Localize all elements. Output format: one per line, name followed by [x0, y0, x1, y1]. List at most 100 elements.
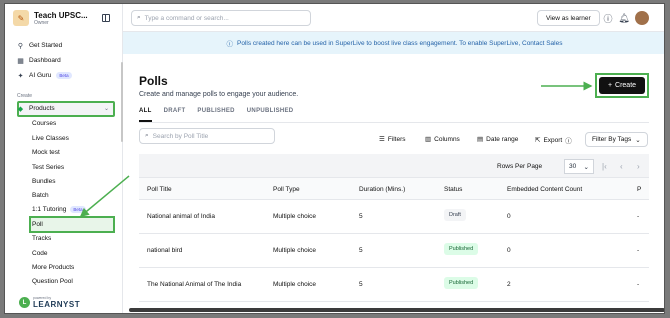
status-tabs: ALL DRAFT PUBLISHED UNPUBLISHED: [139, 108, 293, 122]
learnyst-logo: L powered by LEARNYST: [19, 296, 80, 309]
sidebar-item-tutoring[interactable]: 1:1 Tutoring Beta: [32, 206, 86, 213]
first-page-icon[interactable]: |‹: [602, 162, 607, 171]
poll-type-cell: Multiple choice: [273, 281, 316, 288]
sidebar-toggle-icon[interactable]: [102, 14, 110, 22]
extra-cell: -: [637, 213, 640, 220]
columns-button[interactable]: ▥ Columns: [425, 135, 460, 144]
extra-cell: -: [637, 247, 640, 254]
box-icon: ◆: [17, 105, 24, 113]
info-banner: ⓘ Polls created here can be used in Supe…: [123, 32, 664, 54]
columns-icon: ▥: [425, 136, 432, 143]
sidebar-item-products[interactable]: ◆ Products ⌄: [17, 105, 109, 113]
sidebar-item-mock-test[interactable]: Mock test: [32, 149, 60, 156]
beta-badge: Beta: [56, 72, 72, 79]
sidebar: ✎ Teach UPSC... Owner ⚲ Get Started ▦ Da…: [5, 4, 123, 313]
status-badge: Published: [444, 243, 479, 255]
sidebar-item-bundles[interactable]: Bundles: [32, 178, 56, 185]
bell-icon[interactable]: 🔔︎: [618, 13, 629, 23]
sidebar-item-dashboard[interactable]: ▦ Dashboard: [17, 57, 61, 65]
rocket-icon: ⚲: [17, 42, 24, 50]
poll-type-cell: Multiple choice: [273, 247, 316, 254]
sidebar-item-courses[interactable]: Courses: [32, 120, 56, 127]
prev-page-icon[interactable]: ‹: [620, 162, 623, 171]
search-icon: ⌕: [137, 14, 141, 21]
learnyst-logo-icon: L: [19, 297, 30, 308]
sidebar-item-poll[interactable]: Poll: [32, 221, 43, 228]
sidebar-item-test-series[interactable]: Test Series: [32, 164, 64, 171]
column-header[interactable]: P: [637, 186, 641, 193]
info-icon: ⓘ: [226, 41, 234, 48]
tab-draft[interactable]: DRAFT: [164, 108, 186, 122]
sidebar-item-label: Products: [29, 105, 55, 112]
main-content: Polls Create and manage polls to engage …: [123, 54, 664, 313]
date-range-button[interactable]: ▤ Date range: [477, 135, 519, 144]
learnyst-name: LEARNYST: [33, 300, 81, 309]
brand[interactable]: ✎ Teach UPSC... Owner: [13, 10, 88, 26]
extra-cell: -: [637, 281, 640, 288]
sidebar-item-label: 1:1 Tutoring: [32, 206, 67, 213]
view-as-learner-button[interactable]: View as learner: [537, 10, 600, 26]
column-header[interactable]: Poll Type: [273, 186, 300, 193]
sidebar-item-question-pool[interactable]: Question Pool: [32, 278, 73, 285]
info-icon: ⓘ: [565, 138, 572, 145]
column-header[interactable]: Poll Title: [147, 186, 172, 193]
sidebar-item-more-products[interactable]: More Products: [32, 264, 74, 271]
horizontal-scrollbar[interactable]: [129, 308, 664, 312]
column-header[interactable]: Embedded Content Count: [507, 186, 582, 193]
brand-logo-icon: ✎: [13, 10, 29, 26]
filters-button[interactable]: ☰ Filters: [379, 135, 406, 144]
banner-text: Polls created here can be used in SuperL…: [237, 39, 563, 47]
filter-by-tags-dropdown[interactable]: Filter By Tags ⌄: [585, 132, 648, 147]
chevron-down-icon: ⌄: [583, 163, 589, 171]
command-search-input[interactable]: ⌕ Type a command or search...: [131, 10, 311, 26]
sidebar-item-tracks[interactable]: Tracks: [32, 235, 51, 242]
sidebar-item-ai-guru[interactable]: ✦ AI Guru Beta: [17, 72, 72, 80]
plus-icon: +: [607, 82, 613, 89]
brand-name: Teach UPSC...: [34, 10, 88, 20]
create-button[interactable]: + Create: [599, 77, 645, 94]
table-row[interactable]: The National Animal of The India Multipl…: [139, 268, 649, 302]
tab-unpublished[interactable]: UNPUBLISHED: [247, 108, 294, 122]
filter-icon: ☰: [379, 136, 385, 143]
column-header[interactable]: Duration (Mins.): [359, 186, 405, 193]
sidebar-item-get-started[interactable]: ⚲ Get Started: [17, 42, 62, 50]
tab-all[interactable]: ALL: [139, 108, 152, 122]
help-icon[interactable]: ⓘ: [603, 13, 613, 24]
duration-cell: 5: [359, 213, 363, 220]
rows-per-page-select[interactable]: 30 ⌄: [564, 159, 594, 174]
sidebar-item-label: AI Guru: [29, 72, 52, 79]
tab-published[interactable]: PUBLISHED: [197, 108, 234, 122]
command-placeholder: Type a command or search...: [144, 14, 229, 22]
sidebar-item-live-classes[interactable]: Live Classes: [32, 135, 69, 142]
date-range-label: Date range: [486, 135, 519, 143]
export-button[interactable]: ⇱ Export ⓘ: [535, 135, 572, 146]
chevron-down-icon: ⌄: [635, 136, 641, 144]
section-label-create: Create: [17, 93, 33, 99]
next-page-icon[interactable]: ›: [637, 162, 640, 171]
page-title: Polls: [139, 74, 168, 88]
calendar-icon: ▤: [477, 136, 484, 143]
pagination-bar: Rows Per Page 30 ⌄ |‹ ‹ ›: [139, 154, 649, 178]
poll-search-input[interactable]: ⌕ Search by Poll Title: [139, 128, 275, 144]
create-label: Create: [615, 82, 637, 89]
app-window: ✎ Teach UPSC... Owner ⚲ Get Started ▦ Da…: [4, 3, 665, 314]
duration-cell: 5: [359, 281, 363, 288]
sidebar-item-batch[interactable]: Batch: [32, 192, 49, 199]
poll-title-cell: national bird: [147, 247, 183, 254]
status-badge: Draft: [444, 209, 466, 221]
export-label: Export: [543, 136, 563, 144]
table-row[interactable]: national bird Multiple choice 5 Publishe…: [139, 234, 649, 268]
column-header[interactable]: Status: [444, 186, 462, 193]
embedded-count-cell: 0: [507, 213, 511, 220]
sidebar-item-code[interactable]: Code: [32, 250, 48, 257]
table-row[interactable]: National animal of India Multiple choice…: [139, 200, 649, 234]
dashboard-icon: ▦: [17, 57, 24, 65]
topbar: ⌕ Type a command or search... View as le…: [123, 4, 664, 32]
avatar[interactable]: [635, 11, 649, 25]
poll-title-cell: National animal of India: [147, 213, 215, 220]
tabs-divider: [139, 122, 649, 123]
brand-role: Owner: [34, 19, 49, 26]
columns-label: Columns: [434, 135, 460, 143]
rows-per-page-value: 30: [569, 163, 577, 170]
poll-type-cell: Multiple choice: [273, 213, 316, 220]
